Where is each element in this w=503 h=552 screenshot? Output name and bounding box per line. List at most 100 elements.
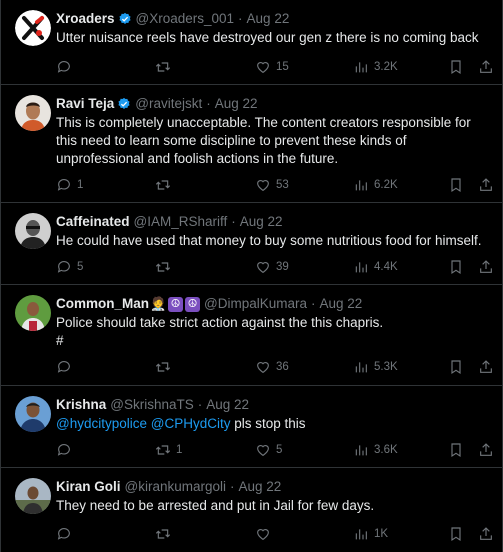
user-handle[interactable]: @Xroaders_001	[136, 10, 235, 28]
share-button[interactable]	[478, 441, 494, 459]
separator-dot: ·	[197, 397, 203, 412]
verified-badge-icon[interactable]	[117, 97, 131, 111]
like-count: 15	[276, 61, 289, 73]
tweet[interactable]: Xroaders @Xroaders_001 · Aug 22 Utter nu…	[1, 0, 502, 85]
landscape-photo-avatar	[15, 478, 51, 514]
user-handle[interactable]: @kirankumargoli	[125, 478, 227, 496]
mention-link[interactable]: @hydcitypolice	[56, 416, 147, 431]
tweet-date[interactable]: Aug 22	[320, 295, 363, 313]
avatar[interactable]	[15, 396, 51, 432]
user-handle[interactable]: @SkrishnaTS	[110, 396, 193, 414]
display-name[interactable]: Krishna	[56, 396, 106, 414]
hashtag[interactable]: #	[56, 332, 492, 350]
reply-button[interactable]	[56, 441, 77, 459]
tweet-date[interactable]: Aug 22	[215, 95, 258, 113]
retweet-button[interactable]	[155, 525, 176, 543]
views-button[interactable]: 6.2K	[353, 176, 398, 194]
like-button[interactable]: 36	[255, 358, 289, 376]
display-name[interactable]: Xroaders	[56, 10, 115, 28]
retweet-button[interactable]	[155, 358, 176, 376]
views-button[interactable]: 1K	[353, 525, 388, 543]
views-button[interactable]: 4.4K	[353, 258, 398, 276]
share-button[interactable]	[478, 176, 494, 194]
views-icon	[355, 262, 367, 273]
views-icon	[355, 529, 367, 540]
views-button[interactable]: 3.2K	[353, 58, 398, 76]
avatar[interactable]	[15, 95, 51, 131]
views-icon	[355, 445, 367, 456]
user-handle[interactable]: @ravitejskt	[135, 95, 202, 113]
reply-icon	[57, 179, 70, 191]
view-count: 5.3K	[374, 361, 398, 373]
reply-icon	[57, 261, 70, 273]
retweet-icon	[155, 262, 171, 272]
separator-dot: ·	[206, 96, 211, 111]
bookmark-button[interactable]	[448, 358, 464, 376]
tweet-date[interactable]: Aug 22	[239, 478, 282, 496]
views-button[interactable]: 3.6K	[353, 441, 398, 459]
mention-link[interactable]: @CPHydCity	[151, 416, 231, 431]
share-button[interactable]	[478, 258, 494, 276]
tweet[interactable]: Kiran Goli @kirankumargoli · Aug 22 They…	[1, 468, 502, 552]
verified-badge-icon[interactable]	[118, 12, 132, 26]
tweet[interactable]: Krishna @SkrishnaTS · Aug 22 @hydcitypol…	[1, 386, 502, 468]
tweet-actions: 1 53 6.2K	[56, 176, 492, 194]
view-count: 1K	[374, 528, 389, 540]
bookmark-button[interactable]	[448, 258, 464, 276]
tweet-header: Krishna @SkrishnaTS · Aug 22	[56, 396, 492, 414]
bookmark-icon	[451, 178, 461, 193]
tweet-text: Utter nuisance reels have destroyed our …	[56, 30, 479, 45]
display-name[interactable]: Ravi Teja	[56, 95, 114, 113]
retweet-button[interactable]: 1	[155, 441, 182, 459]
heart-icon	[257, 261, 269, 274]
bookmark-icon	[451, 360, 461, 375]
reply-button[interactable]	[56, 525, 77, 543]
tweet-header: Xroaders @Xroaders_001 · Aug 22	[56, 10, 492, 28]
display-name[interactable]: Kiran Goli	[56, 478, 121, 496]
tweet[interactable]: Common_Man 🧑‍⚕ ☮ ☮ @DimpalKumara · Aug 2…	[1, 285, 502, 386]
share-button[interactable]	[478, 58, 494, 76]
avatar[interactable]	[15, 295, 51, 331]
bookmark-button[interactable]	[448, 441, 464, 459]
like-button[interactable]: 39	[255, 258, 289, 276]
reply-button[interactable]: 1	[56, 176, 83, 194]
user-handle[interactable]: @DimpalKumara	[204, 295, 307, 313]
tweet-text-line: Police should take strict action against…	[56, 315, 384, 330]
tweet-text-rest: pls stop this	[230, 416, 306, 431]
avatar[interactable]	[15, 10, 51, 46]
retweet-button[interactable]	[155, 258, 176, 276]
view-count: 3.6K	[374, 444, 398, 456]
like-button[interactable]	[255, 525, 276, 543]
tweet[interactable]: Ravi Teja @ravitejskt · Aug 22 This is c…	[1, 85, 502, 203]
tweet-text: @hydcitypolice @CPHydCity pls stop this	[56, 415, 492, 433]
bookmark-button[interactable]	[448, 525, 464, 543]
reply-button[interactable]	[56, 358, 77, 376]
tweet-date[interactable]: Aug 22	[240, 213, 283, 231]
tweet-text: This is completely unacceptable. The con…	[56, 115, 471, 166]
tweet-date[interactable]: Aug 22	[247, 10, 290, 28]
like-button[interactable]: 15	[255, 58, 289, 76]
avatar[interactable]	[15, 478, 51, 514]
retweet-button[interactable]	[155, 176, 176, 194]
display-name[interactable]: Caffeinated	[56, 213, 130, 231]
share-button[interactable]	[478, 525, 494, 543]
avatar[interactable]	[15, 213, 51, 249]
reply-button[interactable]	[56, 58, 77, 76]
retweet-button[interactable]	[155, 58, 176, 76]
user-handle[interactable]: @IAM_RShariff	[134, 213, 228, 231]
bookmark-button[interactable]	[448, 176, 464, 194]
tweet[interactable]: Caffeinated @IAM_RShariff · Aug 22 He co…	[1, 203, 502, 285]
views-icon	[355, 180, 367, 191]
reply-button[interactable]: 5	[56, 258, 83, 276]
bookmark-button[interactable]	[448, 58, 464, 76]
like-button[interactable]: 53	[255, 176, 289, 194]
reply-feed: Xroaders @Xroaders_001 · Aug 22 Utter nu…	[0, 0, 503, 552]
tweet-actions: 1K	[56, 525, 492, 543]
views-button[interactable]: 5.3K	[353, 358, 398, 376]
tweet-date[interactable]: Aug 22	[206, 396, 249, 414]
display-name[interactable]: Common_Man	[56, 295, 149, 313]
like-count: 39	[276, 261, 289, 273]
like-button[interactable]: 5	[255, 441, 282, 459]
bw-photo-avatar	[15, 213, 51, 249]
share-button[interactable]	[478, 358, 494, 376]
